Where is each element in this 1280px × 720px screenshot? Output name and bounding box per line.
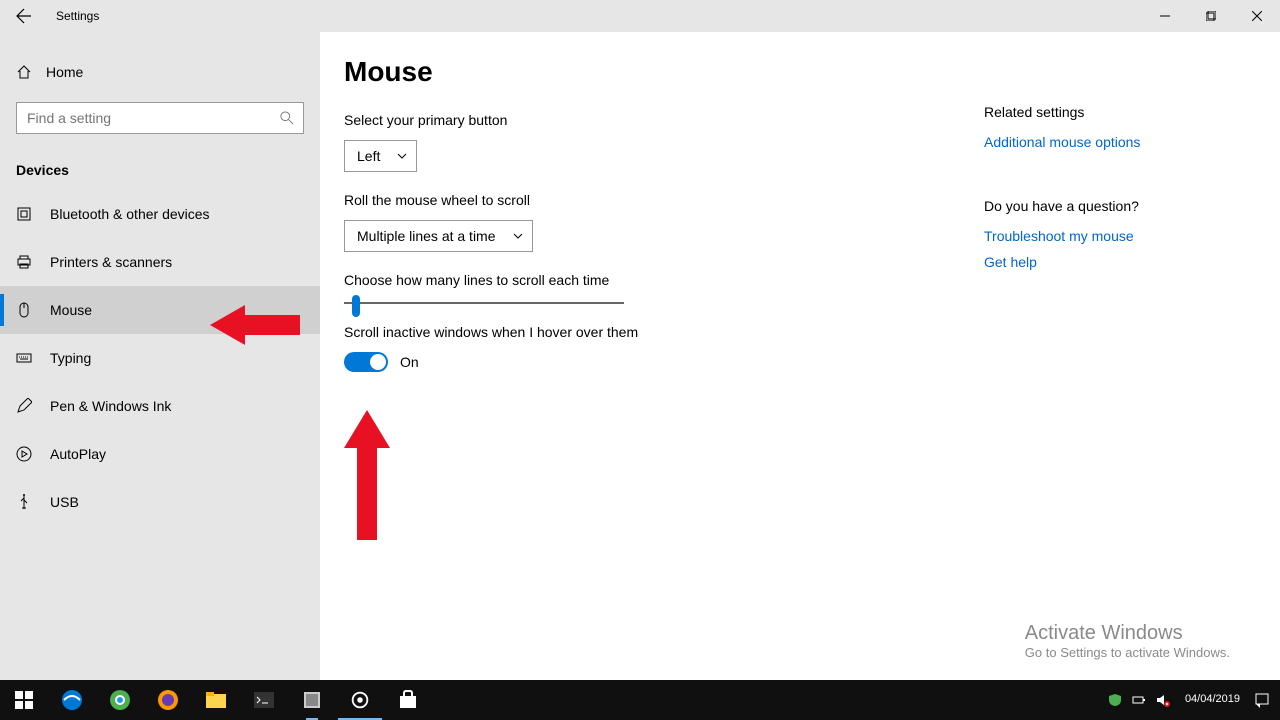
taskbar-settings[interactable] xyxy=(336,680,384,720)
firefox-icon xyxy=(156,688,180,712)
sidebar-home[interactable]: Home xyxy=(0,52,320,92)
lines-scroll-slider[interactable] xyxy=(344,302,624,304)
taskbar: 04/04/2019 xyxy=(0,680,1280,720)
get-help-link[interactable]: Get help xyxy=(984,254,1140,270)
sidebar-item-usb[interactable]: USB xyxy=(0,478,320,526)
primary-button-dropdown[interactable]: Left xyxy=(344,140,417,172)
home-icon xyxy=(16,64,32,80)
bluetooth-icon xyxy=(16,206,32,222)
activate-windows-watermark: Activate Windows Go to Settings to activ… xyxy=(1025,622,1230,660)
sidebar: Home Devices Bluetooth & other devices P… xyxy=(0,32,320,680)
usb-icon xyxy=(16,494,32,510)
system-tray: 04/04/2019 xyxy=(1105,680,1280,720)
search-icon xyxy=(280,111,294,125)
printer-icon xyxy=(16,254,32,270)
window-controls xyxy=(1142,0,1280,32)
primary-button-label: Select your primary button xyxy=(344,112,984,128)
sidebar-item-autoplay[interactable]: AutoPlay xyxy=(0,430,320,478)
sidebar-item-label: Typing xyxy=(50,350,91,366)
chevron-down-icon xyxy=(512,230,524,242)
roll-wheel-label: Roll the mouse wheel to scroll xyxy=(344,192,984,208)
taskbar-date: 04/04/2019 xyxy=(1185,693,1240,706)
chrome-icon xyxy=(108,688,132,712)
titlebar: Settings xyxy=(0,0,1280,32)
sidebar-item-label: Printers & scanners xyxy=(50,254,172,270)
tray-volume-icon[interactable] xyxy=(1153,680,1173,720)
sidebar-item-bluetooth[interactable]: Bluetooth & other devices xyxy=(0,190,320,238)
taskbar-explorer[interactable] xyxy=(192,680,240,720)
watermark-sub: Go to Settings to activate Windows. xyxy=(1025,645,1230,660)
troubleshoot-link[interactable]: Troubleshoot my mouse xyxy=(984,228,1140,244)
search-wrap xyxy=(0,92,320,154)
slider-thumb[interactable] xyxy=(352,295,360,317)
roll-wheel-dropdown[interactable]: Multiple lines at a time xyxy=(344,220,533,252)
sidebar-item-label: Pen & Windows Ink xyxy=(50,398,171,414)
windows-icon xyxy=(15,691,33,709)
toggle-state-label: On xyxy=(400,354,419,370)
sidebar-item-label: Mouse xyxy=(50,302,92,318)
start-button[interactable] xyxy=(0,680,48,720)
dropdown-value: Left xyxy=(357,148,380,164)
chevron-down-icon xyxy=(396,150,408,162)
annotation-arrow-up xyxy=(342,410,392,540)
question-header: Do you have a question? xyxy=(984,198,1140,214)
inactive-windows-toggle[interactable] xyxy=(344,352,388,372)
close-button[interactable] xyxy=(1234,0,1280,32)
taskbar-clock[interactable]: 04/04/2019 xyxy=(1177,693,1248,706)
tray-security-icon[interactable] xyxy=(1105,680,1125,720)
search-input[interactable] xyxy=(16,102,304,134)
sidebar-item-printers[interactable]: Printers & scanners xyxy=(0,238,320,286)
right-column: Related settings Additional mouse option… xyxy=(984,56,1140,680)
main-panel: Mouse Select your primary button Left Ro… xyxy=(320,32,1280,680)
maximize-button[interactable] xyxy=(1188,0,1234,32)
related-settings-header: Related settings xyxy=(984,104,1140,120)
store-icon xyxy=(396,688,420,712)
annotation-arrow-left xyxy=(210,300,300,350)
sidebar-item-pen[interactable]: Pen & Windows Ink xyxy=(0,382,320,430)
sidebar-item-label: USB xyxy=(50,494,79,510)
toggle-knob xyxy=(370,354,386,370)
terminal-icon xyxy=(252,688,276,712)
taskbar-chrome[interactable] xyxy=(96,680,144,720)
folder-icon xyxy=(204,688,228,712)
taskbar-app[interactable] xyxy=(288,680,336,720)
keyboard-icon xyxy=(16,350,32,366)
tray-notifications-icon[interactable] xyxy=(1252,680,1272,720)
content-area: Home Devices Bluetooth & other devices P… xyxy=(0,32,1280,680)
page-title: Mouse xyxy=(344,56,984,88)
taskbar-terminal[interactable] xyxy=(240,680,288,720)
back-arrow-icon xyxy=(16,8,32,24)
taskbar-firefox[interactable] xyxy=(144,680,192,720)
lines-scroll-label: Choose how many lines to scroll each tim… xyxy=(344,272,984,288)
sidebar-item-label: AutoPlay xyxy=(50,446,106,462)
taskbar-edge[interactable] xyxy=(48,680,96,720)
additional-mouse-options-link[interactable]: Additional mouse options xyxy=(984,134,1140,150)
gear-icon xyxy=(349,689,371,711)
inactive-windows-label: Scroll inactive windows when I hover ove… xyxy=(344,324,984,340)
sidebar-home-label: Home xyxy=(46,64,83,80)
autoplay-icon xyxy=(16,446,32,462)
app-icon xyxy=(300,688,324,712)
sidebar-item-label: Bluetooth & other devices xyxy=(50,206,210,222)
window-title: Settings xyxy=(56,9,99,23)
taskbar-store[interactable] xyxy=(384,680,432,720)
watermark-title: Activate Windows xyxy=(1025,622,1230,645)
mouse-icon xyxy=(16,302,32,318)
edge-icon xyxy=(60,688,84,712)
back-button[interactable] xyxy=(0,0,48,32)
sidebar-section-header: Devices xyxy=(0,154,320,190)
tray-battery-icon[interactable] xyxy=(1129,680,1149,720)
dropdown-value: Multiple lines at a time xyxy=(357,228,496,244)
minimize-button[interactable] xyxy=(1142,0,1188,32)
pen-icon xyxy=(16,398,32,414)
